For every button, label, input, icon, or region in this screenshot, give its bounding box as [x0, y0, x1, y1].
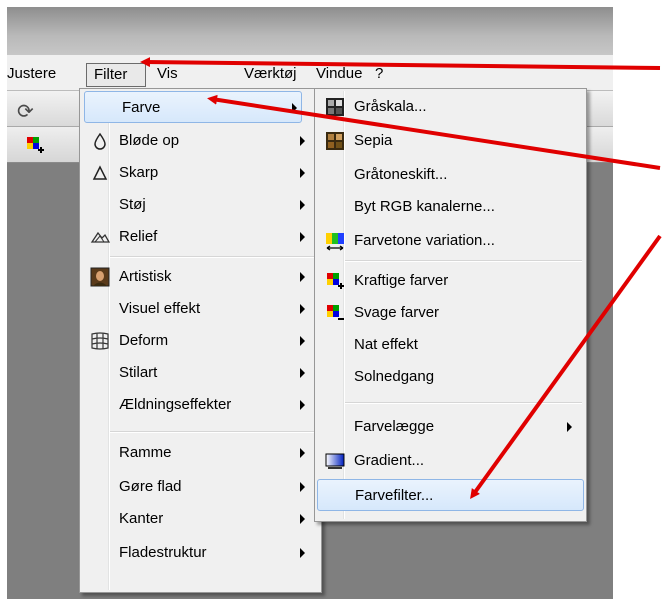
annotation-arrow-farvefilter — [470, 234, 662, 500]
annotation-arrows — [140, 57, 662, 500]
annotation-arrow-filter — [140, 57, 661, 70]
annotation-arrow-farve — [207, 94, 661, 170]
